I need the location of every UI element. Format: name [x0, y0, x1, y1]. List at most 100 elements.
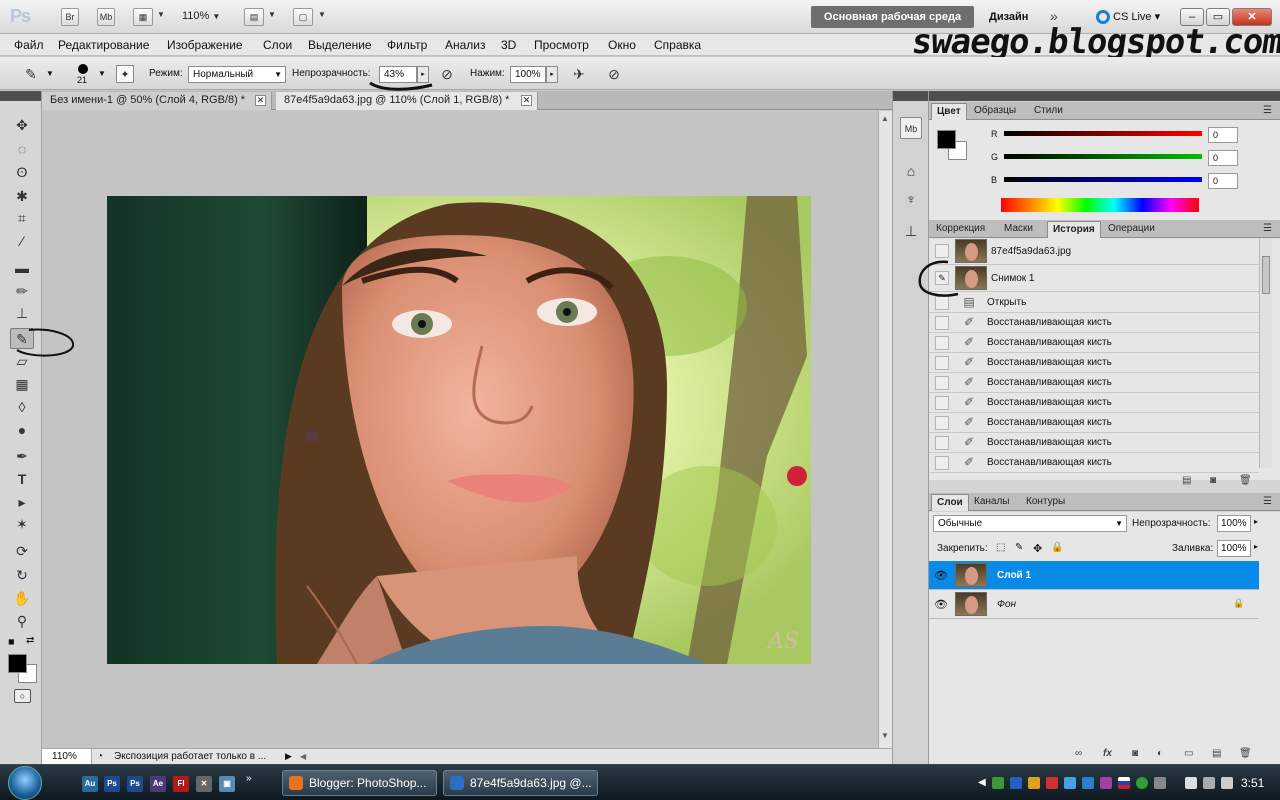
hand-tool-icon[interactable]: ✋: [10, 588, 34, 609]
delete-icon[interactable]: 🗑: [1239, 748, 1252, 759]
zoom-level-select[interactable]: 110% ▼: [182, 10, 220, 22]
history-snapshot[interactable]: 87e4f5a9da63.jpg: [929, 238, 1259, 265]
green-slider[interactable]: [1004, 154, 1202, 159]
blue-value-input[interactable]: 0: [1208, 173, 1238, 189]
menu-help[interactable]: Справка: [654, 38, 701, 52]
history-step[interactable]: ✐ Восстанавливающая кисть: [929, 373, 1259, 393]
tab-history[interactable]: История: [1047, 221, 1101, 238]
new-snapshot-icon[interactable]: ◙: [1210, 475, 1216, 486]
foreground-color-swatch[interactable]: [937, 130, 956, 149]
menu-edit[interactable]: Редактирование: [58, 38, 149, 52]
volume-icon[interactable]: [1221, 777, 1233, 789]
tool-presets-icon[interactable]: ⌂: [900, 160, 922, 182]
quick-mask-icon[interactable]: ○: [14, 689, 31, 703]
portrait-photo[interactable]: AS: [107, 196, 811, 664]
color-spectrum[interactable]: [1001, 198, 1199, 212]
pen-tool-icon[interactable]: ✒: [10, 446, 34, 467]
eraser-tool-icon[interactable]: ▱: [10, 351, 34, 372]
clone-stamp-tool-icon[interactable]: ⊥: [10, 303, 34, 324]
shape-tool-icon[interactable]: ✶: [10, 514, 34, 535]
panel-grip[interactable]: [929, 91, 1280, 101]
path-selection-tool-icon[interactable]: ▸: [10, 492, 34, 513]
history-step[interactable]: ✐ Восстанавливающая кисть: [929, 333, 1259, 353]
add-mask-icon[interactable]: ◙: [1132, 748, 1138, 759]
tab-masks[interactable]: Маски: [999, 221, 1038, 238]
tray-icon-green-round[interactable]: [1136, 777, 1148, 789]
flash-icon[interactable]: Fl: [173, 776, 189, 792]
tablet-pressure-size-icon[interactable]: ⊘: [603, 63, 625, 85]
opacity-input[interactable]: 43%: [379, 66, 417, 83]
history-source-checkbox[interactable]: [935, 316, 949, 330]
blur-tool-icon[interactable]: ◊: [10, 397, 34, 418]
lasso-tool-icon[interactable]: ʘ: [10, 162, 34, 183]
scroll-up-icon[interactable]: ▲: [881, 114, 889, 123]
lock-image-icon[interactable]: ✎: [1015, 542, 1023, 553]
arrange-documents-button[interactable]: ▤: [244, 8, 264, 26]
history-source-checkbox[interactable]: [935, 396, 949, 410]
lock-position-icon[interactable]: ✥: [1033, 542, 1042, 555]
history-source-checkbox[interactable]: [935, 456, 949, 470]
photoshop-icon[interactable]: Ps: [104, 776, 120, 792]
layer-row[interactable]: 👁 Слой 1: [929, 561, 1259, 590]
history-source-checkbox[interactable]: [935, 376, 949, 390]
gradient-tool-icon[interactable]: ▦: [10, 374, 34, 395]
tab-color[interactable]: Цвет: [931, 103, 967, 120]
clock[interactable]: 3:51: [1241, 776, 1264, 790]
menu-analysis[interactable]: Анализ: [445, 38, 486, 52]
tab-styles[interactable]: Стили: [1029, 103, 1068, 120]
tab-paths[interactable]: Контуры: [1021, 494, 1070, 511]
vertical-scrollbar[interactable]: ▲ ▼: [878, 111, 892, 748]
layer-opacity-input[interactable]: 100%: [1217, 515, 1251, 532]
tab-swatches[interactable]: Образцы: [969, 103, 1021, 120]
tab-actions[interactable]: Операции: [1103, 221, 1160, 238]
tray-icon-yandex[interactable]: [1028, 777, 1040, 789]
start-button[interactable]: [8, 766, 42, 800]
foreground-color-swatch[interactable]: [8, 654, 27, 673]
tab-photo[interactable]: 87e4f5a9da63.jpg @ 110% (Слой 1, RGB/8) …: [276, 92, 538, 110]
canvas-area[interactable]: AS: [42, 111, 878, 748]
fill-input[interactable]: 100%: [1217, 540, 1251, 557]
scroll-left-icon[interactable]: ◀: [300, 752, 306, 761]
lock-all-icon[interactable]: 🔒: [1051, 542, 1063, 553]
fill-slider-toggle[interactable]: ▸: [1254, 542, 1258, 551]
panel-grip[interactable]: [893, 91, 928, 101]
history-snapshot[interactable]: ✎ Снимок 1: [929, 265, 1259, 292]
lock-transparent-icon[interactable]: ⬚: [996, 542, 1005, 553]
delete-icon[interactable]: 🗑: [1239, 475, 1252, 486]
close-icon[interactable]: ✕: [255, 95, 266, 106]
layer-row[interactable]: 👁 Фон 🔒: [929, 590, 1259, 619]
type-tool-icon[interactable]: T: [10, 469, 34, 490]
panel-grip[interactable]: [0, 91, 41, 101]
chevron-down-icon[interactable]: ▼: [46, 69, 54, 78]
blend-mode-select[interactable]: Обычные ▼: [933, 515, 1127, 532]
scroll-down-icon[interactable]: ▼: [881, 731, 889, 740]
healing-brush-tool-preset-icon[interactable]: ✎: [20, 63, 42, 85]
link-layers-icon[interactable]: ∞: [1075, 748, 1082, 759]
close-icon[interactable]: ✕: [521, 95, 532, 106]
history-brush-source-icon[interactable]: ✎: [935, 271, 949, 285]
chevron-down-icon[interactable]: ▼: [268, 10, 276, 19]
tab-untitled-1[interactable]: Без имени-1 @ 50% (Слой 4, RGB/8) * ✕: [42, 92, 272, 110]
layer-style-icon[interactable]: fx: [1103, 748, 1112, 759]
brush-preview-icon[interactable]: [78, 64, 88, 74]
history-step[interactable]: ▤ Открыть: [929, 293, 1259, 313]
quick-launch-more-icon[interactable]: »: [246, 773, 252, 784]
layer-opacity-slider-toggle[interactable]: ▸: [1254, 517, 1258, 526]
brush-panel-toggle-icon[interactable]: ✦: [116, 65, 134, 83]
tray-icon-mail[interactable]: [1010, 777, 1022, 789]
after-effects-icon[interactable]: Ae: [150, 776, 166, 792]
move-tool-icon[interactable]: ✥: [10, 115, 34, 136]
history-source-checkbox[interactable]: [935, 336, 949, 350]
status-menu-arrow-icon[interactable]: ▶: [285, 751, 292, 762]
history-step[interactable]: ✐ Восстанавливающая кисть: [929, 433, 1259, 453]
history-source-checkbox[interactable]: [935, 416, 949, 430]
audition-icon[interactable]: Au: [82, 776, 98, 792]
tab-layers[interactable]: Слои: [931, 494, 969, 511]
spot-healing-tool-icon[interactable]: ▬: [10, 258, 34, 279]
marquee-tool-icon[interactable]: ◌: [10, 139, 34, 160]
screen-mode-button[interactable]: ▢: [293, 8, 313, 26]
mini-bridge-icon[interactable]: Mb: [900, 117, 922, 139]
zoom-tool-icon[interactable]: ⚲: [10, 611, 34, 632]
tray-expand-icon[interactable]: ◀: [978, 777, 986, 788]
blue-slider[interactable]: [1004, 177, 1202, 182]
